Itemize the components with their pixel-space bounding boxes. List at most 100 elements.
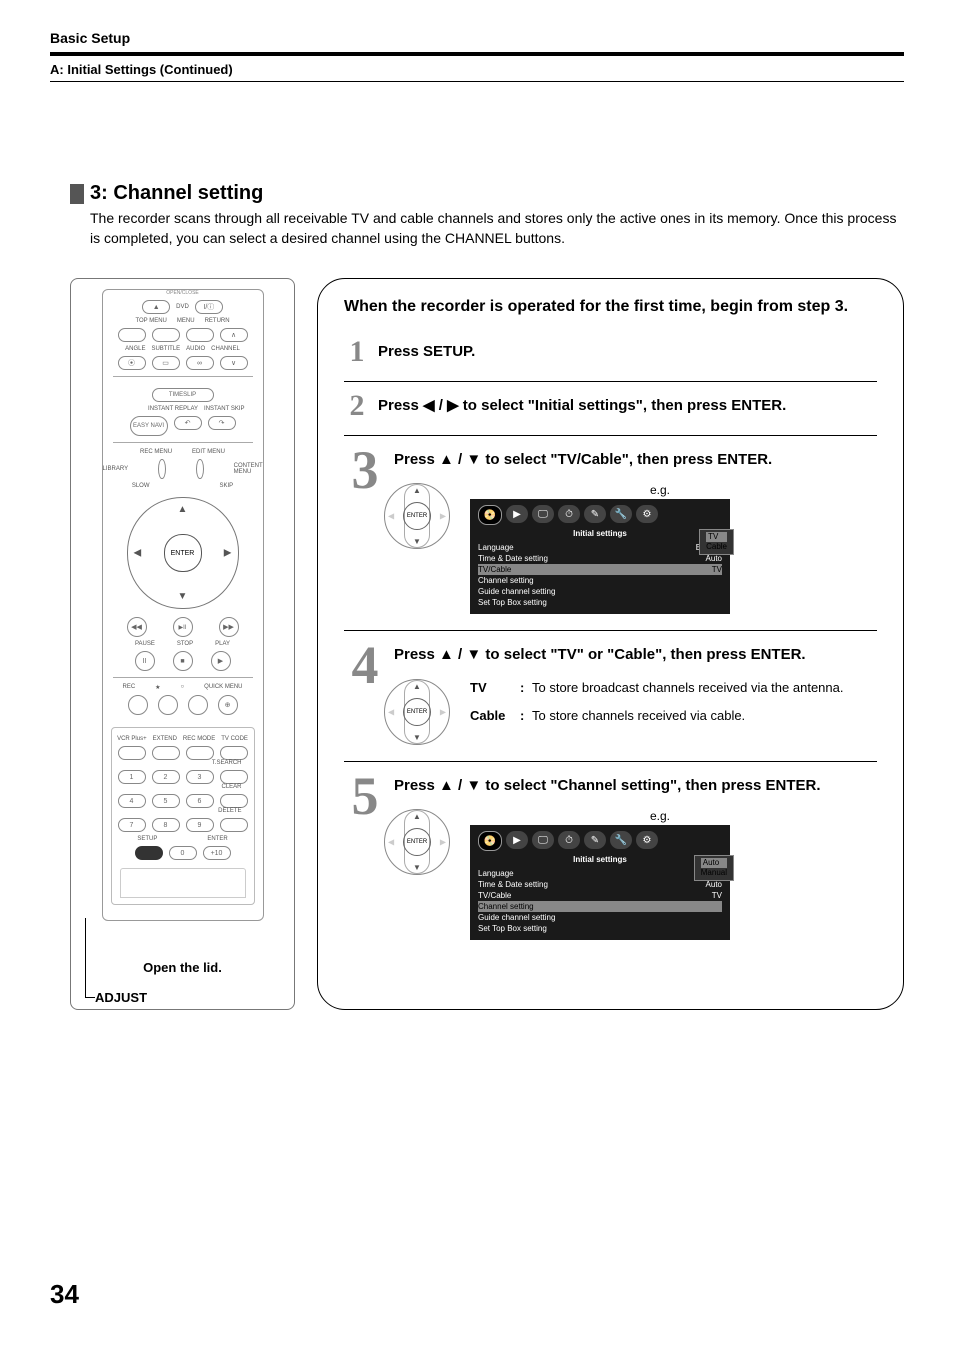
step-1-number: 1: [344, 338, 370, 365]
play-button: ▶: [211, 651, 231, 671]
label-open-close: OPEN/CLOSE: [103, 290, 263, 296]
step-1: 1 Press SETUP.: [344, 338, 877, 382]
step-4: 4 Press ▲ / ▼ to select "TV" or "Cable",…: [344, 641, 877, 762]
num-8: 8: [152, 818, 180, 832]
timeslip-button: TIMESLIP: [152, 388, 214, 402]
section-title: 3: Channel setting: [90, 182, 263, 205]
open-lid-text: Open the lid.: [71, 960, 294, 975]
open-close-button: ▲: [142, 300, 170, 314]
menu-label: MENU: [177, 318, 195, 324]
rec-menu-button: [158, 459, 166, 479]
return-label: RETURN: [205, 318, 230, 324]
tsearch-button: [220, 770, 248, 784]
plus10-button: +10: [203, 846, 231, 860]
adjust-callout: ADJUST: [95, 990, 147, 1005]
osd5-icon-dvd: 📀: [478, 831, 502, 851]
num-9: 9: [186, 818, 214, 832]
mini-dpad-4: ENTER ▲ ▼ ◀ ▶: [384, 679, 450, 745]
right-arrow-icon: ▶: [224, 548, 232, 559]
rec-menu-label: REC MENU: [140, 449, 172, 455]
osd-icon-6: 🔧: [610, 505, 632, 523]
quick-menu-button: ⊕: [218, 695, 238, 715]
enter-mini-3: ENTER: [403, 502, 431, 530]
step-3-text: Press ▲ / ▼ to select "TV/Cable", then p…: [394, 450, 877, 470]
osd5-row-tvcable: TV/CableTV: [478, 890, 722, 901]
section-bullet: [70, 184, 84, 204]
lead-text: When the recorder is operated for the fi…: [344, 297, 877, 318]
osd-icon-3: 🖵: [532, 505, 554, 523]
continued-header: A: Initial Settings (Continued): [50, 62, 904, 82]
def-cable: Cable : To store channels received via c…: [470, 707, 877, 725]
step-3-number: 3: [344, 446, 386, 615]
extend-button: [152, 746, 180, 760]
setup-button: [135, 846, 163, 860]
rec-mode-button: [186, 746, 214, 760]
clear-label: CLEAR: [114, 784, 252, 790]
tv-code-label: TV CODE: [221, 736, 248, 742]
edit-menu-button: [196, 459, 204, 479]
osd-3: 📀 ▶ 🖵 ⏱ ✎ 🔧 ⚙ Initial settings: [470, 499, 730, 614]
step-5: 5 Press ▲ / ▼ to select "Channel setting…: [344, 772, 877, 941]
left-arrow-icon: ◀: [134, 548, 142, 559]
step-5-number: 5: [344, 772, 386, 941]
skip-label: SKIP: [219, 483, 233, 489]
num-7: 7: [118, 818, 146, 832]
osd-icon-dvd: 📀: [478, 505, 502, 525]
eg-label-5: e.g.: [470, 809, 670, 823]
ch-up-button: ∧: [220, 328, 248, 342]
dvd-label: DVD: [176, 304, 189, 310]
osd-icon-4: ⏱: [558, 505, 580, 523]
ch-down-button: ∨: [220, 356, 248, 370]
delete-button: [220, 818, 248, 832]
osd-row-time: Time & Date settingAuto: [478, 553, 722, 564]
num-4: 4: [118, 794, 146, 808]
mini-dpad-5: ENTER ▲ ▼ ◀ ▶: [384, 809, 450, 875]
num-2: 2: [152, 770, 180, 784]
quick-menu-label: QUICK MENU: [204, 684, 242, 691]
instant-replay-label: INSTANT REPLAY: [148, 406, 198, 412]
osd5-icon-3: 🖵: [532, 831, 554, 849]
step-1-text: Press SETUP.: [378, 342, 877, 362]
instant-skip-button: ↷: [208, 416, 236, 430]
subtitle-label: SUBTITLE: [151, 346, 180, 352]
osd5-row-time: Time & Date settingAuto: [478, 879, 722, 890]
enter2-label: ENTER: [207, 836, 227, 842]
slow-label: SLOW: [132, 483, 150, 489]
enter-mini-4: ENTER: [403, 698, 431, 726]
fwd-button: ▶▶: [219, 617, 239, 637]
top-menu-label: TOP MENU: [135, 318, 166, 324]
extend-label: EXTEND: [153, 736, 177, 742]
top-menu-button: [118, 328, 146, 342]
down-arrow-icon: ▼: [178, 591, 188, 602]
num-6: 6: [186, 794, 214, 808]
def-tv: TV : To store broadcast channels receive…: [470, 679, 877, 697]
num-0: 0: [169, 846, 197, 860]
osd-side-5: Auto Manual: [694, 855, 734, 880]
breadcrumb: Basic Setup: [50, 30, 904, 50]
osd5-icon-7: ⚙: [636, 831, 658, 849]
rec-label: REC: [122, 684, 135, 691]
step-4-text: Press ▲ / ▼ to select "TV" or "Cable", t…: [394, 645, 877, 665]
osd-title-3: Initial settings: [478, 529, 722, 538]
header-rule: [50, 52, 904, 56]
audio-label: AUDIO: [186, 346, 205, 352]
step-2-number: 2: [344, 392, 370, 419]
rev-button: ◀◀: [127, 617, 147, 637]
pause-button: II: [135, 651, 155, 671]
step-5-text: Press ▲ / ▼ to select "Channel setting",…: [394, 776, 877, 796]
setup-label: SETUP: [137, 836, 157, 842]
tv-code-button: [220, 746, 248, 760]
angle-button: ⦿: [118, 356, 146, 370]
instant-skip-label: INSTANT SKIP: [204, 406, 244, 412]
library-label: LIBRARY: [103, 466, 129, 472]
remote-diagram: OPEN/CLOSE ▲ DVD I/ⓘ TOP MENU MENU RETUR…: [70, 278, 295, 1010]
osd5-icon-4: ⏱: [558, 831, 580, 849]
edit-menu-label: EDIT MENU: [192, 449, 225, 455]
osd-icon-7: ⚙: [636, 505, 658, 523]
circle-button: [188, 695, 208, 715]
num-1: 1: [118, 770, 146, 784]
osd-row-stb: Set Top Box setting: [478, 597, 722, 608]
play-label: PLAY: [215, 641, 230, 647]
step-3: 3 Press ▲ / ▼ to select "TV/Cable", then…: [344, 446, 877, 632]
channel-label: CHANNEL: [211, 346, 240, 352]
